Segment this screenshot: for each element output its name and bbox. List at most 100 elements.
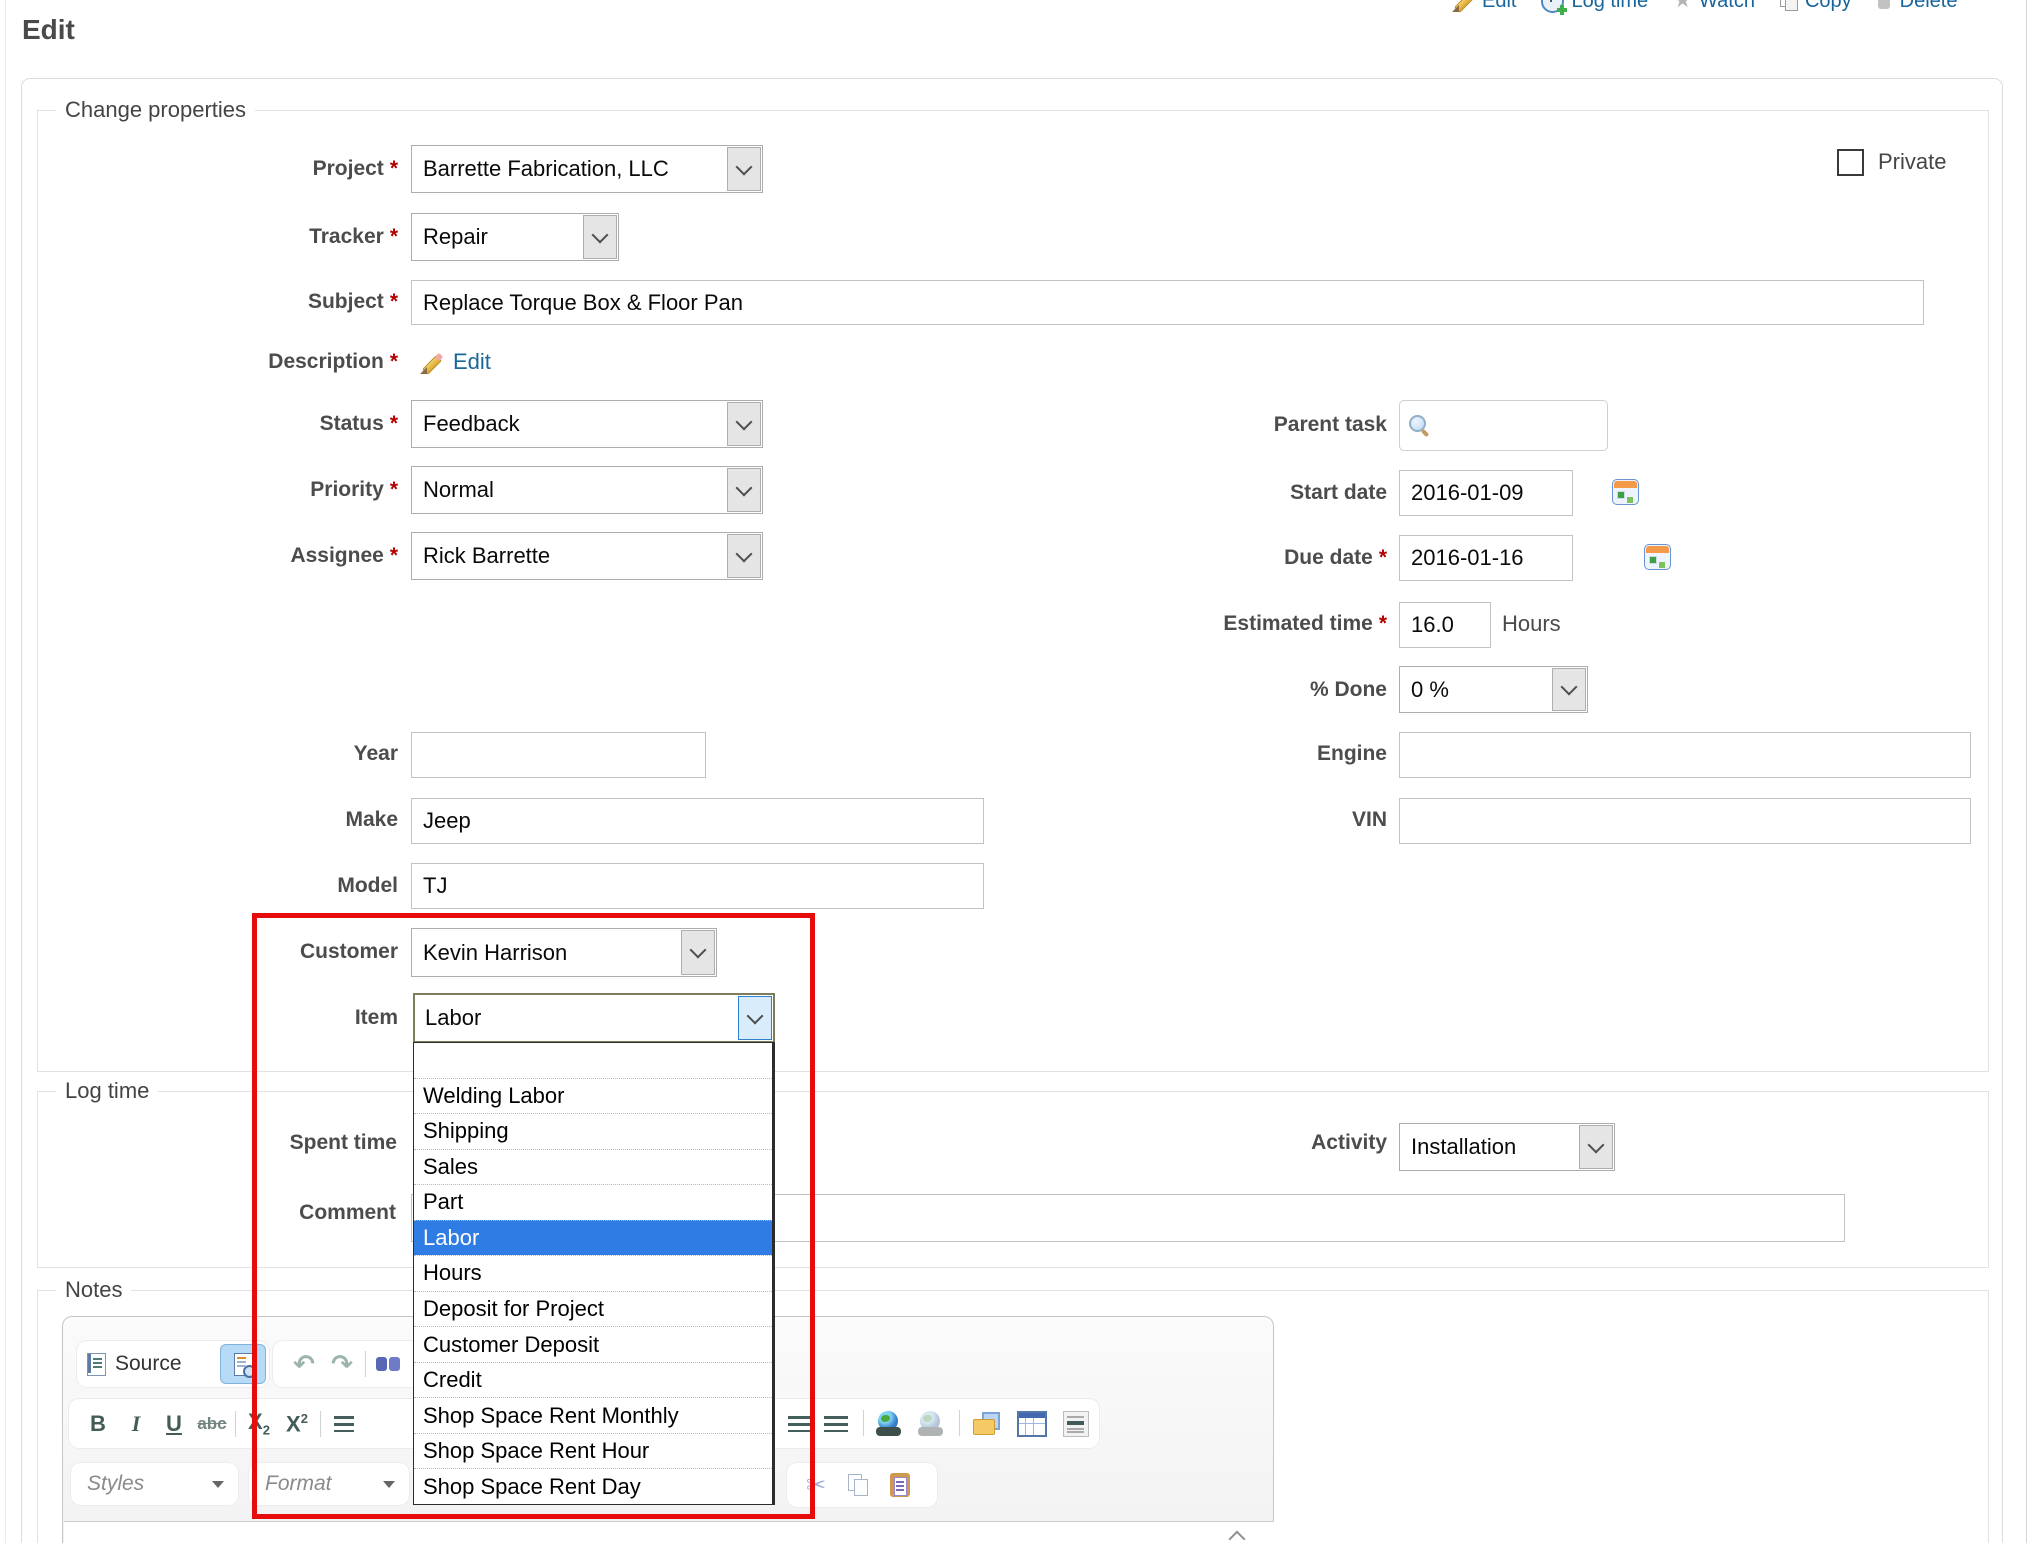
dropdown-option[interactable]	[414, 1043, 772, 1078]
percent-done-label: % Done	[890, 675, 1387, 705]
source-button[interactable]: Source	[115, 1352, 182, 1376]
editor-content-area[interactable]	[64, 1521, 1274, 1543]
context-log-time-link[interactable]: Log time	[1541, 0, 1648, 13]
styles-dropdown[interactable]: Styles	[71, 1463, 238, 1505]
dropdown-option[interactable]: Shipping	[414, 1113, 772, 1149]
model-label: Model	[0, 871, 398, 901]
due-date-input[interactable]: 2016-01-16	[1399, 535, 1573, 581]
undo-button[interactable]: ↶	[285, 1345, 323, 1383]
dropdown-option[interactable]: Sales	[414, 1149, 772, 1185]
priority-value: Normal	[423, 477, 494, 503]
status-select-button[interactable]	[727, 402, 761, 446]
item-label: Item	[0, 1003, 398, 1033]
context-watch-link[interactable]: ★ Watch	[1673, 0, 1755, 13]
item-select-button[interactable]	[738, 996, 772, 1040]
cut-button[interactable]: ✂	[797, 1466, 835, 1504]
dropdown-option[interactable]: Shop Space Rent Hour	[414, 1433, 772, 1469]
change-properties-fieldset	[37, 110, 1989, 1072]
search-icon	[1408, 415, 1430, 437]
format-dropdown[interactable]: Format	[249, 1463, 409, 1505]
percent-done-select-button[interactable]	[1552, 668, 1586, 711]
chevron-down-icon	[747, 1007, 764, 1024]
tracker-select[interactable]: Repair	[411, 213, 619, 261]
context-delete-link[interactable]: Delete	[1877, 0, 1958, 13]
preview-button[interactable]	[220, 1344, 266, 1384]
underline-button[interactable]: U	[155, 1405, 193, 1443]
private-checkbox[interactable]	[1837, 149, 1864, 176]
dropdown-option[interactable]: Shop Space Rent Day	[414, 1468, 772, 1504]
image-button[interactable]	[967, 1405, 1005, 1443]
subscript-button[interactable]: X2	[240, 1405, 278, 1443]
numbered-list-button[interactable]	[325, 1405, 363, 1443]
dropdown-option[interactable]: Part	[414, 1184, 772, 1220]
superscript-button[interactable]: X2	[278, 1405, 316, 1443]
unlink-button[interactable]	[911, 1405, 949, 1443]
dropdown-option[interactable]: Customer Deposit	[414, 1326, 772, 1362]
engine-label: Engine	[890, 739, 1387, 769]
engine-input[interactable]	[1399, 732, 1971, 778]
toolbar-divider	[365, 1351, 366, 1377]
bold-icon: B	[90, 1413, 106, 1435]
context-edit-link[interactable]: Edit	[1452, 0, 1516, 13]
assignee-select-button[interactable]	[727, 534, 761, 578]
assignee-select[interactable]: Rick Barrette	[411, 532, 763, 580]
dropdown-option[interactable]: Credit	[414, 1362, 772, 1398]
dropdown-option-selected[interactable]: Labor	[414, 1220, 772, 1256]
project-select-button[interactable]	[727, 147, 761, 191]
justify-block-button[interactable]	[817, 1405, 855, 1443]
redo-button[interactable]: ↷	[323, 1345, 361, 1383]
project-select[interactable]: Barrette Fabrication, LLC	[411, 145, 763, 193]
paste-button[interactable]	[881, 1466, 919, 1504]
vin-label: VIN	[890, 805, 1387, 835]
italic-button[interactable]: I	[117, 1405, 155, 1443]
estimated-time-input[interactable]: 16.0	[1399, 602, 1491, 648]
justify-block-icon	[824, 1416, 848, 1432]
customer-select-button[interactable]	[681, 930, 715, 975]
page-right-edge	[2026, 0, 2027, 1543]
editor-scrollbar-up[interactable]	[1225, 1527, 1249, 1543]
activity-select-button[interactable]	[1579, 1125, 1613, 1169]
strikethrough-button[interactable]: abc	[193, 1405, 231, 1443]
status-select[interactable]: Feedback	[411, 400, 763, 448]
percent-done-select[interactable]: 0 %	[1399, 666, 1588, 713]
context-copy-link[interactable]: Copy	[1780, 0, 1852, 13]
parent-task-input[interactable]	[1399, 400, 1608, 451]
dropdown-option[interactable]: Welding Labor	[414, 1078, 772, 1114]
dropdown-option[interactable]: Hours	[414, 1255, 772, 1291]
priority-select-button[interactable]	[727, 468, 761, 512]
vin-input[interactable]	[1399, 798, 1971, 844]
find-button[interactable]	[370, 1345, 408, 1383]
subject-input[interactable]: Replace Torque Box & Floor Pan	[411, 280, 1924, 325]
dropdown-option[interactable]: Deposit for Project	[414, 1291, 772, 1327]
undo-icon: ↶	[293, 1349, 315, 1380]
description-edit-link[interactable]: Edit	[453, 348, 491, 376]
calendar-icon[interactable]	[1644, 544, 1671, 570]
item-select[interactable]: Labor	[413, 993, 775, 1043]
dropdown-option[interactable]: Shop Space Rent Monthly	[414, 1397, 772, 1433]
assignee-value: Rick Barrette	[423, 543, 550, 569]
numbered-list-icon	[334, 1416, 354, 1432]
table-button[interactable]	[1013, 1405, 1051, 1443]
copy-icon	[1780, 0, 1798, 11]
model-input[interactable]: TJ	[411, 863, 984, 909]
item-value: Labor	[425, 1005, 481, 1031]
estimated-time-value: 16.0	[1411, 612, 1454, 638]
justify-icon	[788, 1416, 812, 1432]
activity-select[interactable]: Installation	[1399, 1123, 1615, 1171]
bold-button[interactable]: B	[79, 1405, 117, 1443]
estimated-time-suffix: Hours	[1502, 609, 1561, 639]
link-button[interactable]	[869, 1405, 907, 1443]
horizontal-rule-icon	[1063, 1411, 1089, 1437]
activity-value: Installation	[1411, 1134, 1516, 1160]
customer-select[interactable]: Kevin Harrison	[411, 928, 717, 977]
year-label: Year	[0, 739, 398, 769]
year-input[interactable]	[411, 732, 706, 778]
start-date-input[interactable]: 2016-01-09	[1399, 470, 1573, 516]
copy-button[interactable]	[839, 1466, 877, 1504]
tracker-select-button[interactable]	[583, 215, 617, 259]
calendar-icon[interactable]	[1612, 479, 1639, 505]
log-time-legend: Log time	[56, 1077, 158, 1105]
horizontal-rule-button[interactable]	[1057, 1405, 1095, 1443]
justify-button[interactable]	[781, 1405, 819, 1443]
priority-select[interactable]: Normal	[411, 466, 763, 514]
